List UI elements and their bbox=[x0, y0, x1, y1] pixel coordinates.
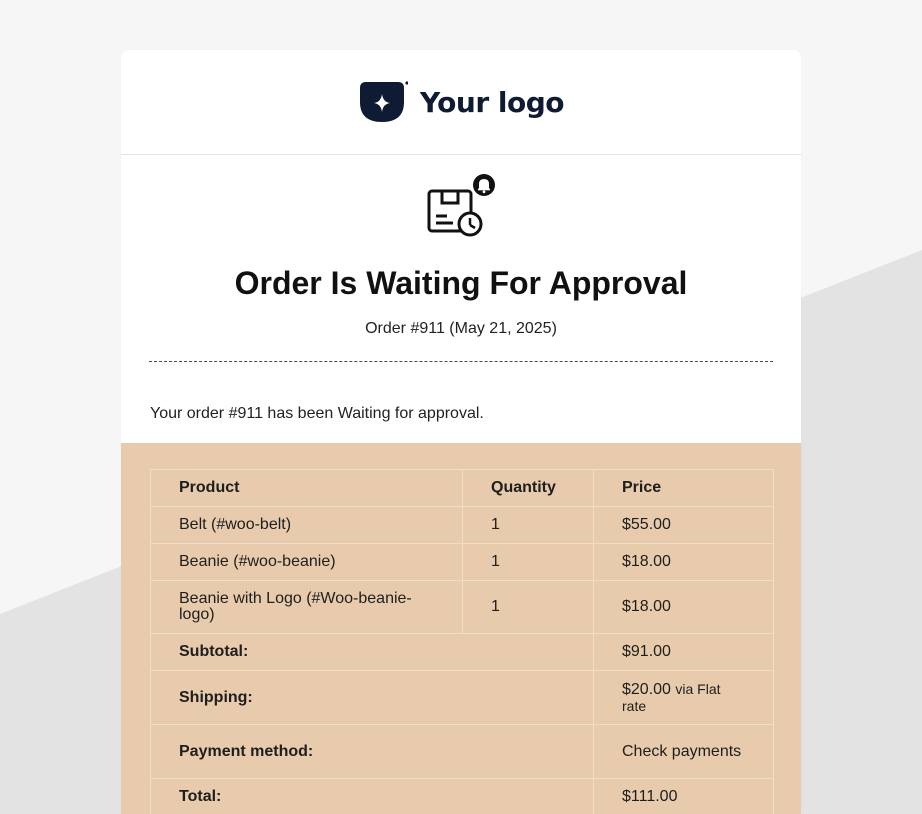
shipping-label: Shipping: bbox=[150, 670, 594, 725]
shipping-cell: $20.00 via Flat rate bbox=[593, 670, 774, 725]
table-header-row: Product Quantity Price bbox=[150, 469, 774, 507]
total-label: Total: bbox=[150, 778, 594, 814]
item-price: $55.00 bbox=[593, 506, 774, 544]
shipping-value: $20.00 bbox=[622, 680, 671, 698]
email-header: Your logo bbox=[121, 50, 801, 155]
subtotal-row: Subtotal: $91.00 bbox=[150, 633, 774, 671]
item-price: $18.00 bbox=[593, 543, 774, 581]
page-background: Your logo Order Is Waiting For Approval … bbox=[0, 0, 922, 814]
order-table: Product Quantity Price Belt (#woo-belt) … bbox=[150, 469, 774, 814]
header-product: Product bbox=[150, 469, 463, 507]
package-clock-bell-icon bbox=[427, 174, 495, 237]
item-quantity: 1 bbox=[462, 506, 594, 544]
subtotal-value: $91.00 bbox=[593, 633, 774, 671]
item-product: Belt (#woo-belt) bbox=[150, 506, 463, 544]
payment-label: Payment method: bbox=[150, 724, 594, 779]
payment-value: Check payments bbox=[593, 724, 774, 779]
table-row: Belt (#woo-belt) 1 $55.00 bbox=[150, 506, 774, 544]
total-value: $111.00 bbox=[593, 778, 774, 814]
status-message: Your order #911 has been Waiting for app… bbox=[150, 405, 484, 422]
header-price: Price bbox=[593, 469, 774, 507]
item-quantity: 1 bbox=[462, 580, 594, 634]
logo-text: Your logo bbox=[419, 85, 565, 119]
total-row: Total: $111.00 bbox=[150, 778, 774, 814]
email-card: Your logo Order Is Waiting For Approval … bbox=[121, 50, 801, 814]
table-row: Beanie with Logo (#Woo-beanie-logo) 1 $1… bbox=[150, 580, 774, 634]
page-title: Order Is Waiting For Approval bbox=[234, 265, 688, 301]
dashed-divider bbox=[149, 361, 773, 362]
item-product: Beanie (#woo-beanie) bbox=[150, 543, 463, 581]
payment-row: Payment method: Check payments bbox=[150, 724, 774, 779]
logo-icon bbox=[359, 81, 408, 122]
item-product: Beanie with Logo (#Woo-beanie-logo) bbox=[150, 580, 463, 634]
subtotal-label: Subtotal: bbox=[150, 633, 594, 671]
header-quantity: Quantity bbox=[462, 469, 594, 507]
order-number-date: Order #911 (May 21, 2025) bbox=[365, 320, 557, 337]
item-price: $18.00 bbox=[593, 580, 774, 634]
order-details-section: Product Quantity Price Belt (#woo-belt) … bbox=[121, 443, 801, 814]
hero-section: Order Is Waiting For Approval Order #911… bbox=[121, 173, 801, 339]
table-row: Beanie (#woo-beanie) 1 $18.00 bbox=[150, 543, 774, 581]
item-quantity: 1 bbox=[462, 543, 594, 581]
shipping-row: Shipping: $20.00 via Flat rate bbox=[150, 670, 774, 725]
